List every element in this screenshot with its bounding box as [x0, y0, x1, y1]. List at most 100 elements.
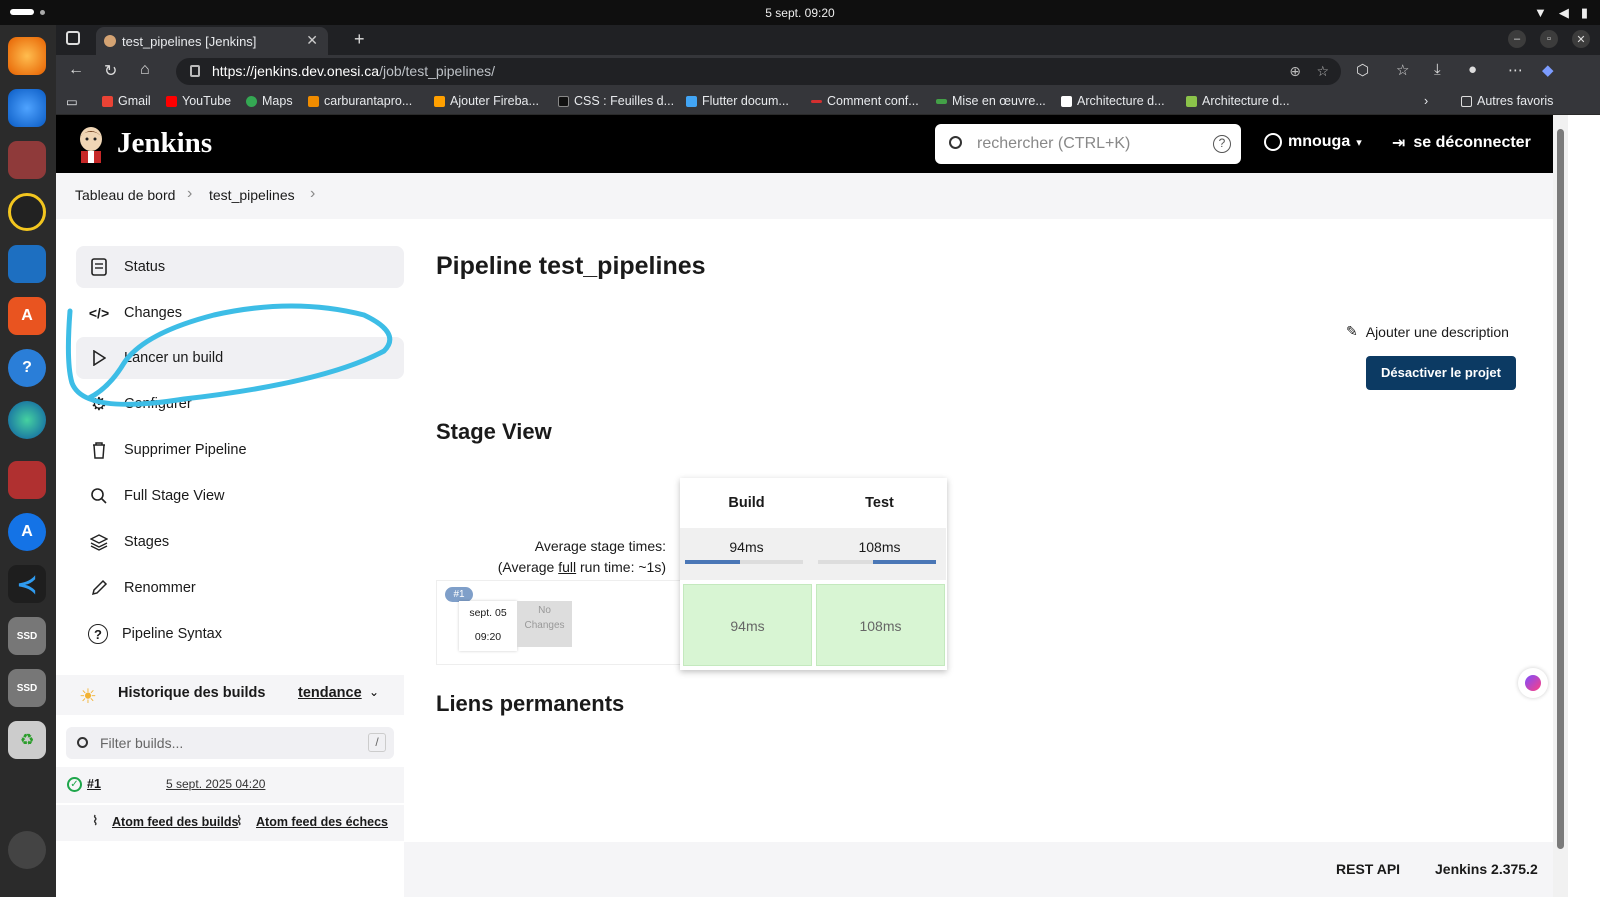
- bookmark-item[interactable]: Ajouter Fireba...: [434, 94, 539, 108]
- sidebar-item-pipeline-syntax[interactable]: ? Pipeline Syntax: [76, 613, 404, 655]
- reload-icon[interactable]: ↻: [104, 61, 117, 81]
- atom-feed-failures-link[interactable]: Atom feed des échecs: [256, 815, 388, 829]
- trend-link[interactable]: tendance: [298, 685, 362, 701]
- favorites-icon[interactable]: ☆: [1396, 61, 1409, 79]
- zoom-icon[interactable]: ⊕: [1289, 58, 1301, 85]
- more-menu-icon[interactable]: ⋯: [1508, 61, 1523, 79]
- new-tab-button[interactable]: +: [354, 29, 365, 50]
- page-scrollbar[interactable]: [1553, 115, 1568, 897]
- scrollbar-thumb[interactable]: [1557, 129, 1564, 849]
- run-row[interactable]: #1 sept. 05 09:20 No Changes: [436, 580, 681, 665]
- system-tray[interactable]: ▼ ◀ ▮: [1534, 5, 1588, 21]
- bookmark-item[interactable]: Comment conf...: [811, 94, 919, 108]
- breadcrumb: Tableau de bord › test_pipelines ›: [56, 173, 1553, 219]
- bookmark-item[interactable]: Architecture d...: [1186, 94, 1290, 108]
- reading-icon[interactable]: ▭: [66, 94, 78, 109]
- bookmark-item[interactable]: carburantapro...: [308, 94, 412, 108]
- wifi-icon: ▼: [1533, 5, 1547, 20]
- jenkins-version-link[interactable]: Jenkins 2.375.2: [1435, 861, 1538, 877]
- close-window-icon[interactable]: ✕: [1572, 30, 1590, 48]
- bookmark-star-icon[interactable]: ☆: [1316, 58, 1329, 85]
- downloads-icon[interactable]: ⤓: [1434, 61, 1441, 78]
- sidebar-item-stages[interactable]: Stages: [76, 521, 404, 563]
- app-center-icon[interactable]: A: [8, 297, 46, 335]
- jenkins-logo-icon[interactable]: [76, 125, 106, 163]
- build-number-link[interactable]: #1: [87, 777, 101, 791]
- sidebar-item-delete[interactable]: Supprimer Pipeline: [76, 429, 404, 471]
- run-date-day: sept. 05: [469, 607, 507, 619]
- browser-nav-bar: ← ↻ ⌂ https://jenkins.dev.onesi.ca/job/t…: [56, 55, 1600, 87]
- rest-api-link[interactable]: REST API: [1336, 861, 1400, 877]
- build-date-link[interactable]: 5 sept. 2025 04:20: [166, 777, 265, 791]
- other-bookmarks[interactable]: Autres favoris: [1461, 94, 1553, 108]
- logout-link[interactable]: ⇥ se déconnecter: [1392, 133, 1531, 153]
- flutter-icon: [686, 95, 697, 107]
- restore-icon[interactable]: ▫: [1540, 30, 1558, 48]
- minimize-icon[interactable]: –: [1508, 30, 1526, 48]
- close-tab-icon[interactable]: ✕: [306, 32, 318, 49]
- browser-tab[interactable]: test_pipelines [Jenkins] ✕: [96, 27, 328, 55]
- atom-feed-builds-link[interactable]: Atom feed des builds: [112, 815, 238, 829]
- home-icon[interactable]: ⌂: [140, 61, 150, 79]
- build-row[interactable]: ✓ #1 5 sept. 2025 04:20: [56, 767, 404, 803]
- bookmark-item[interactable]: Mise en œuvre...: [936, 94, 1046, 108]
- thunderbird-icon[interactable]: [8, 89, 46, 127]
- bookmarks-overflow-chevron-icon[interactable]: ›: [1424, 94, 1428, 108]
- firefox-icon[interactable]: [8, 37, 46, 75]
- address-bar[interactable]: https://jenkins.dev.onesi.ca/job/test_pi…: [176, 58, 1341, 85]
- sidebar-item-rename[interactable]: Renommer: [76, 567, 404, 609]
- search-input[interactable]: rechercher (CTRL+K) ?: [935, 124, 1241, 164]
- tab-list-icon[interactable]: [66, 31, 80, 45]
- stage-cell-build[interactable]: 94ms: [683, 584, 812, 666]
- show-apps-icon[interactable]: [8, 831, 46, 869]
- add-description-link[interactable]: ✎ Ajouter une description: [1346, 323, 1509, 340]
- assistant-icon[interactable]: [1518, 668, 1548, 698]
- sidebar-item-status[interactable]: Status: [76, 246, 404, 288]
- files-icon[interactable]: [8, 141, 46, 179]
- user-menu[interactable]: mnouga ▾: [1264, 133, 1362, 151]
- drawio-icon[interactable]: [8, 461, 46, 499]
- window-controls: – ▫ ✕: [1508, 30, 1590, 48]
- help-icon[interactable]: ?: [8, 349, 46, 387]
- filter-builds-input[interactable]: Filter builds... /: [66, 727, 394, 759]
- avg-label-line2: (Average full run time: ~1s): [436, 557, 666, 578]
- system-clock[interactable]: 5 sept. 09:20: [0, 6, 1600, 20]
- run-badge[interactable]: #1: [445, 587, 473, 602]
- breadcrumb-job[interactable]: test_pipelines: [209, 187, 295, 203]
- jenkins-header: Jenkins rechercher (CTRL+K) ? mnouga ▾ ⇥…: [56, 115, 1553, 173]
- bookmark-item[interactable]: Flutter docum...: [686, 94, 789, 108]
- software-icon[interactable]: A: [8, 513, 46, 551]
- chevron-down-icon[interactable]: ⌄: [369, 685, 379, 699]
- copilot-icon[interactable]: ◆: [1542, 61, 1554, 79]
- bookmark-item[interactable]: YouTube: [166, 94, 231, 108]
- page-footer: REST API Jenkins 2.375.2: [404, 842, 1553, 897]
- sidebar-item-full-stage-view[interactable]: Full Stage View: [76, 475, 404, 517]
- writer-icon[interactable]: [8, 245, 46, 283]
- sidebar-item-label: Full Stage View: [124, 488, 225, 504]
- ssd-drive-icon[interactable]: SSD: [8, 617, 46, 655]
- bookmark-item[interactable]: Maps: [246, 94, 293, 108]
- run-no-changes[interactable]: No Changes: [517, 601, 572, 647]
- bookmark-item[interactable]: Architecture d...: [1061, 94, 1165, 108]
- sidebar-item-label: Renommer: [124, 580, 196, 596]
- edge-icon[interactable]: [8, 401, 46, 439]
- extensions-icon[interactable]: ⬡: [1356, 61, 1369, 79]
- trash-icon[interactable]: ♻: [8, 721, 46, 759]
- stage-cell-test[interactable]: 108ms: [816, 584, 945, 666]
- disable-project-button[interactable]: Désactiver le projet: [1366, 356, 1516, 390]
- breadcrumb-dashboard[interactable]: Tableau de bord: [75, 187, 175, 203]
- jenkins-brand[interactable]: Jenkins: [117, 127, 212, 160]
- logout-icon: ⇥: [1392, 135, 1406, 152]
- help-icon[interactable]: ?: [1213, 135, 1231, 153]
- vscode-icon[interactable]: ≺: [8, 565, 46, 603]
- bookmark-item[interactable]: CSS : Feuilles d...: [558, 94, 674, 108]
- back-arrow-icon[interactable]: ←: [68, 61, 84, 79]
- rhythmbox-icon[interactable]: [8, 193, 46, 231]
- stage-avg-bar: [818, 560, 936, 564]
- ssd-drive-icon[interactable]: SSD: [8, 669, 46, 707]
- full-run-link[interactable]: full: [558, 559, 576, 575]
- bookmark-item[interactable]: Gmail: [102, 94, 151, 108]
- ubuntu-dock: A ? A ≺ SSD SSD ♻: [0, 25, 56, 897]
- profile-icon[interactable]: ●: [1468, 61, 1477, 78]
- chevron-right-icon[interactable]: ›: [310, 185, 315, 203]
